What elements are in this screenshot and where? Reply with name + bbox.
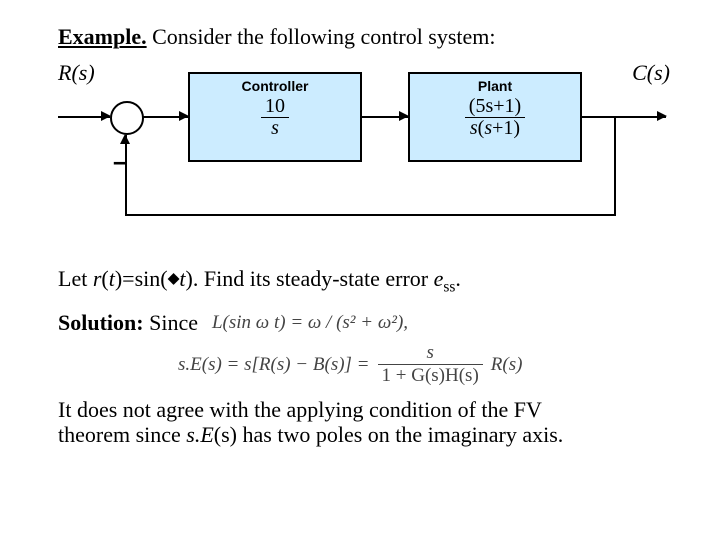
arrow-output — [580, 116, 666, 118]
feedback-up — [125, 135, 127, 216]
laplace-eq: L(sin ω t) = ω / (s² + ω²), — [212, 312, 408, 334]
feedback-horiz — [125, 214, 616, 216]
output-label: C(s) — [632, 60, 670, 86]
feedback-down — [614, 116, 616, 216]
conclusion: It does not agree with the applying cond… — [58, 397, 670, 448]
controller-block: Controller 10 s — [188, 72, 362, 162]
plant-tf: (5s+1) s(s+1) — [465, 96, 525, 139]
arrow-input — [58, 116, 110, 118]
controller-tf: 10 s — [261, 96, 289, 139]
title: Example. Consider the following control … — [58, 24, 670, 50]
solution-row: Solution: Since L(sin ω t) = ω / (s² + ω… — [58, 310, 670, 336]
block-diagram: R(s) C(s) – Controller 10 s Plant — [58, 60, 670, 260]
arrow-to-plant — [360, 116, 408, 118]
controller-label: Controller — [190, 74, 360, 94]
arrow-to-controller — [142, 116, 188, 118]
title-rest: Consider the following control system: — [147, 24, 496, 49]
problem-statement: Let r(t)=sin(◆t). Find its steady-state … — [58, 266, 670, 296]
input-label: R(s) — [58, 60, 95, 86]
plant-label: Plant — [410, 74, 580, 94]
error-eq: s.E(s) = s[R(s) − B(s)] = s 1 + G(s)H(s)… — [178, 342, 670, 387]
title-bold: Example. — [58, 24, 147, 49]
plant-block: Plant (5s+1) s(s+1) — [408, 72, 582, 162]
summing-junction — [110, 101, 144, 135]
